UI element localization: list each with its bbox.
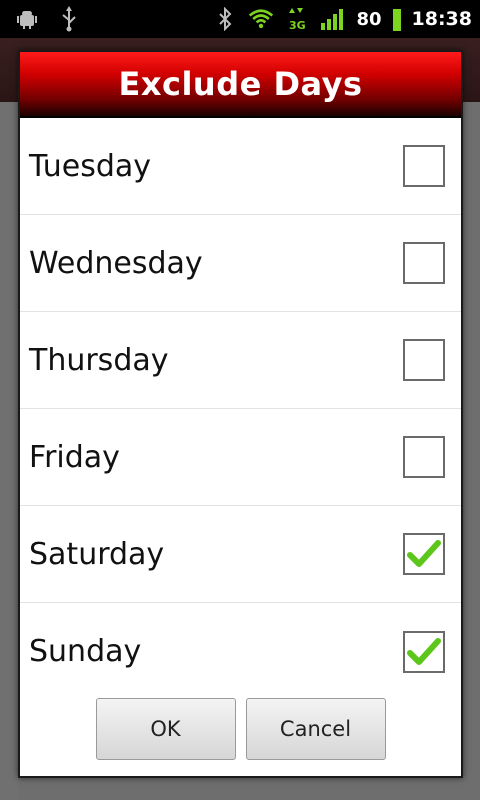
- checkmark-icon: [407, 540, 441, 567]
- checkbox-sunday[interactable]: [403, 630, 445, 673]
- cancel-button[interactable]: Cancel: [245, 698, 386, 760]
- bluetooth-icon: [212, 6, 238, 32]
- signal-strength-icon: [320, 6, 346, 32]
- day-list: Tuesday Wednesday Thursday Friday Saturd…: [20, 118, 461, 700]
- day-label: Wednesday: [29, 245, 203, 281]
- checkbox-thursday[interactable]: [403, 339, 445, 381]
- checkbox-wednesday[interactable]: [403, 242, 445, 284]
- day-row-saturday[interactable]: Saturday: [20, 506, 461, 603]
- day-row-tuesday[interactable]: Tuesday: [20, 118, 461, 215]
- day-row-wednesday[interactable]: Wednesday: [20, 215, 461, 312]
- network-3g-icon: 3G: [284, 6, 310, 32]
- day-label: Thursday: [29, 342, 169, 378]
- day-label: Friday: [29, 439, 120, 475]
- day-row-thursday[interactable]: Thursday: [20, 312, 461, 409]
- day-label: Tuesday: [29, 148, 152, 184]
- svg-text:3G: 3G: [289, 19, 306, 32]
- wifi-icon: [248, 6, 274, 32]
- background-app-content: [0, 102, 18, 800]
- clock: 18:38: [411, 8, 472, 30]
- ok-button[interactable]: OK: [95, 698, 236, 760]
- checkbox-tuesday[interactable]: [403, 145, 445, 187]
- dialog-buttons: OK Cancel: [20, 698, 461, 760]
- checkbox-saturday[interactable]: [403, 533, 445, 575]
- day-label: Sunday: [29, 634, 142, 669]
- exclude-days-dialog: Exclude Days Tuesday Wednesday Thursday …: [18, 50, 463, 778]
- dialog-header: Exclude Days: [20, 52, 461, 118]
- battery-icon: [392, 6, 402, 32]
- day-row-sunday[interactable]: Sunday: [20, 603, 461, 700]
- checkmark-icon: [407, 637, 441, 665]
- dialog-title: Exclude Days: [118, 65, 363, 103]
- android-debug-icon: [14, 6, 40, 32]
- day-label: Saturday: [29, 536, 165, 572]
- day-row-friday[interactable]: Friday: [20, 409, 461, 506]
- usb-icon: [56, 6, 82, 32]
- status-bar: 3G 80 18:38: [0, 0, 480, 38]
- battery-percent: 80: [356, 8, 382, 30]
- checkbox-friday[interactable]: [403, 436, 445, 478]
